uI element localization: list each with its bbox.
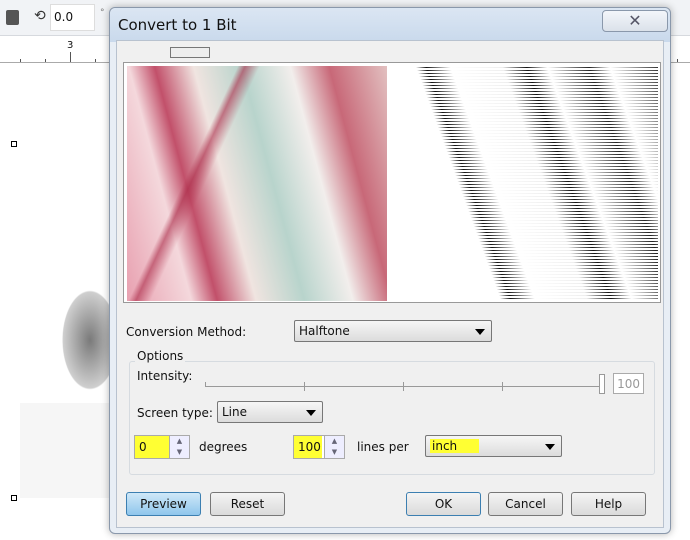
selection-handle[interactable]: [11, 141, 17, 147]
screen-type-label: Screen type:: [137, 406, 213, 420]
ruler-tick: [70, 52, 71, 62]
canvas-image: [20, 260, 112, 498]
ruler-tick: [95, 59, 96, 62]
ok-button[interactable]: OK: [406, 492, 481, 516]
lines-spinner[interactable]: 100 ▲ ▼: [293, 435, 345, 459]
close-button[interactable]: ✕: [602, 10, 668, 32]
lock-icon[interactable]: [6, 10, 19, 25]
convert-to-1-bit-dialog: Convert to 1 Bit ✕ Conversion Method: Ha…: [109, 7, 671, 534]
original-preview-image[interactable]: [127, 66, 387, 301]
dialog-body: Conversion Method: Halftone Options Inte…: [116, 40, 664, 528]
chevron-down-icon: [545, 444, 555, 450]
dialog-title: Convert to 1 Bit: [118, 16, 237, 34]
spin-up-down-icon[interactable]: ▲ ▼: [324, 436, 344, 458]
conversion-method-label: Conversion Method:: [126, 325, 247, 339]
conversion-method-dropdown[interactable]: Halftone: [294, 320, 492, 342]
intensity-slider[interactable]: [205, 382, 603, 391]
result-preview-image[interactable]: [397, 66, 658, 301]
chevron-down-icon: [306, 410, 316, 416]
ruler-tick: [20, 59, 21, 62]
chevron-down-icon: [475, 329, 485, 335]
degrees-label: degrees: [199, 440, 248, 454]
unit-value: inch: [430, 439, 480, 453]
preview-area: [123, 62, 661, 303]
degree-symbol: °: [100, 8, 105, 18]
close-icon: ✕: [628, 11, 642, 30]
preview-button[interactable]: Preview: [126, 492, 201, 516]
title-bar[interactable]: Convert to 1 Bit ✕: [110, 8, 670, 42]
lines-value[interactable]: 100: [294, 436, 322, 458]
spin-up-down-icon[interactable]: ▲ ▼: [169, 436, 189, 458]
intensity-slider-thumb[interactable]: [599, 374, 605, 394]
screen-type-dropdown[interactable]: Line: [217, 401, 323, 423]
ruler-tick: [677, 59, 678, 62]
ruler-label: 3: [67, 40, 74, 51]
preview-toggle-button[interactable]: [170, 47, 210, 58]
screen-type-value: Line: [222, 405, 248, 419]
rotation-angle-input[interactable]: 0.0: [50, 4, 95, 31]
conversion-method-value: Halftone: [299, 324, 350, 338]
unit-dropdown[interactable]: inch: [425, 435, 562, 457]
lines-per-label: lines per: [357, 440, 409, 454]
angle-value[interactable]: 0: [135, 436, 169, 458]
options-label: Options: [135, 349, 186, 363]
help-button[interactable]: Help: [571, 492, 646, 516]
intensity-label: Intensity:: [137, 369, 193, 383]
cancel-button[interactable]: Cancel: [488, 492, 563, 516]
intensity-value[interactable]: 100: [613, 373, 644, 394]
rotate-icon: ⟲: [34, 8, 46, 24]
selection-handle[interactable]: [11, 495, 17, 501]
reset-button[interactable]: Reset: [210, 492, 285, 516]
angle-spinner[interactable]: 0 ▲ ▼: [134, 435, 190, 459]
ruler-tick: [45, 59, 46, 62]
